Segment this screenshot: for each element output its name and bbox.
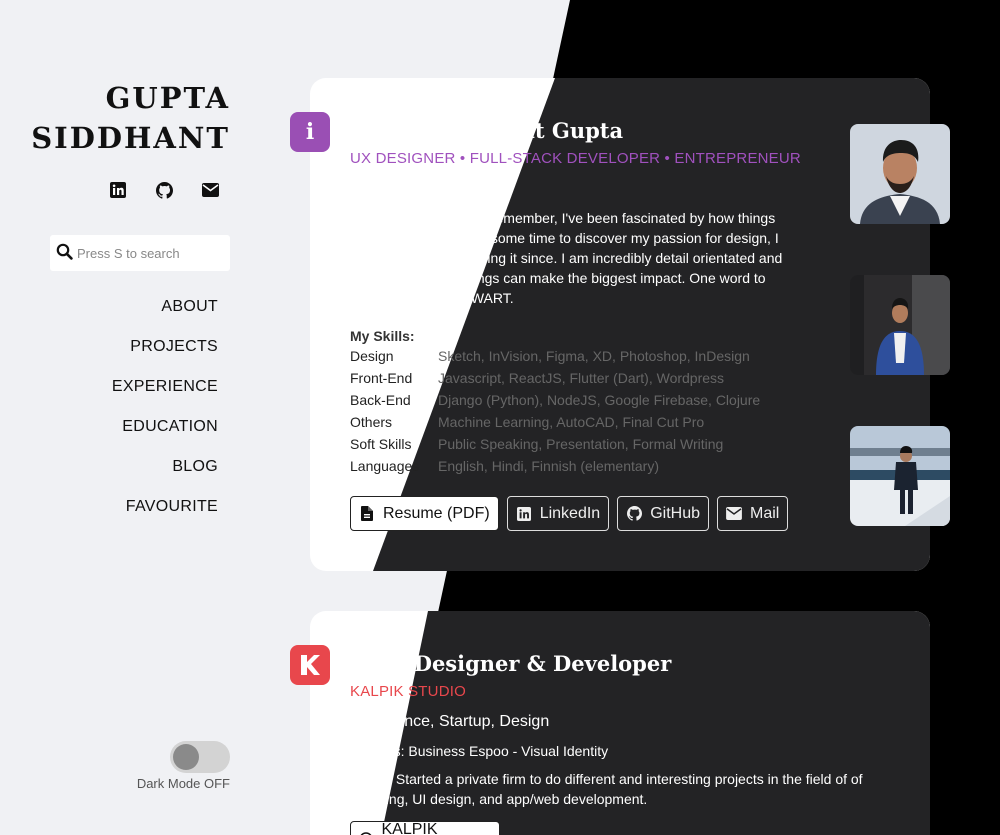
search-box[interactable]: Press S to search (50, 235, 230, 271)
nav-item-education[interactable]: EDUCATION (112, 416, 218, 456)
skill-category: Front-End (350, 370, 413, 386)
experience-role: ROLE: Started a private firm to do diffe… (350, 771, 863, 807)
github-button[interactable]: GitHub (617, 496, 709, 531)
dark-mode-label: Dark Mode OFF (136, 776, 230, 791)
brand-name[interactable]: GUPTA SIDDHANT (31, 78, 230, 158)
search-icon (56, 243, 73, 264)
linkedin-button[interactable]: LinkedIn (506, 496, 610, 531)
dark-mode-toggle[interactable] (170, 741, 230, 773)
skill-row: Others Machine Learning, AutoCAD, Final … (350, 414, 810, 436)
profile-photo-suit (850, 275, 950, 375)
skill-row: Soft Skills Public Speaking, Presentatio… (350, 436, 810, 458)
skill-row: Front-End Javascript, ReactJS, Flutter (… (350, 370, 810, 392)
skill-category: Design (350, 348, 394, 364)
experience-company: KALPIK STUDIO (350, 683, 466, 700)
skill-value: Public Speaking, Presentation, Formal Wr… (438, 436, 724, 452)
info-badge-icon: i (290, 112, 330, 152)
brand-line-1: GUPTA (105, 81, 230, 115)
mail-icon (726, 506, 742, 522)
mail-button-label: Mail (749, 504, 780, 522)
mail-icon[interactable] (200, 180, 220, 200)
skill-category: Languages (350, 458, 420, 474)
about-button-row: Resume (PDF) LinkedIn GitHub Mail (350, 496, 789, 531)
skill-row: Back-End Django (Python), NodeJS, Google… (350, 392, 810, 414)
nav-item-blog[interactable]: BLOG (112, 456, 218, 496)
search-placeholder: Press S to search (77, 245, 180, 261)
github-button-label: GitHub (650, 504, 700, 522)
about-subtitle: UX DESIGNER • FULL-STACK DEVELOPER • ENT… (350, 150, 801, 167)
experience-content: Lead Designer & Developer KALPIK STUDIO … (350, 651, 910, 835)
skills-table: Design Sketch, InVision, Figma, XD, Phot… (350, 348, 810, 480)
skill-category: Soft Skills (350, 436, 412, 452)
resume-button[interactable]: Resume (PDF) (350, 496, 499, 531)
skill-value: Javascript, ReactJS, Flutter (Dart), Wor… (438, 370, 725, 386)
file-pdf-icon (359, 506, 375, 522)
brand-line-2: SIDDHANT (31, 121, 230, 155)
skills-heading: My Skills: (350, 328, 415, 344)
nav-item-projects[interactable]: PROJECTS (112, 336, 218, 376)
toggle-knob (173, 744, 199, 770)
linkedin-icon (516, 506, 532, 522)
sidebar: GUPTA SIDDHANT Press S to search ABOUT P… (0, 0, 250, 835)
skill-value: Django (Python), NodeJS, Google Firebase… (438, 392, 761, 408)
mail-button[interactable]: Mail (716, 496, 789, 531)
skill-row: Languages English, Hindi, Finnish (eleme… (350, 458, 810, 480)
skill-category: Back-End (350, 392, 411, 408)
linkedin-icon[interactable] (108, 180, 128, 200)
about-content: Hi, I'm Siddhant Gupta UX DESIGNER • FUL… (350, 118, 810, 480)
skill-value: Sketch, InVision, Figma, XD, Photoshop, … (438, 348, 750, 364)
about-section-heading: About (350, 180, 392, 197)
skill-category: Others (350, 414, 393, 430)
skill-value: English, Hindi, Finnish (elementary) (438, 458, 659, 474)
skill-row: Design Sketch, InVision, Figma, XD, Phot… (350, 348, 810, 370)
linkedin-button-label: LinkedIn (539, 504, 601, 522)
globe-icon (359, 831, 373, 835)
skill-value: Machine Learning, AutoCAD, Final Cut Pro (438, 414, 705, 430)
kalpik-logo-icon (290, 645, 330, 685)
experience-projects: Projects: Business Espoo - Visual Identi… (350, 743, 609, 759)
github-icon[interactable] (154, 180, 174, 200)
github-icon (626, 506, 642, 522)
social-links (108, 180, 220, 200)
nav-item-favourite[interactable]: FAVOURITE (112, 496, 218, 536)
nav-item-about[interactable]: ABOUT (112, 296, 218, 336)
nav-item-experience[interactable]: EXPERIENCE (112, 376, 218, 416)
main-nav: ABOUT PROJECTS EXPERIENCE EDUCATION BLOG… (112, 296, 218, 536)
kalpik-studio-button-label: KALPIK STUDIO (381, 820, 438, 835)
resume-button-label: Resume (PDF) (383, 504, 490, 522)
profile-photo-portrait (850, 124, 950, 224)
about-bio: Ever since I could first remember, I've … (350, 210, 783, 306)
profile-photo-winter (850, 426, 950, 526)
kalpik-studio-button[interactable]: KALPIK STUDIO (350, 821, 500, 835)
about-title: Hi, I'm Siddhant Gupta (350, 118, 624, 143)
experience-tags: Experience, Startup, Design (350, 713, 550, 730)
experience-title: Lead Designer & Developer (350, 651, 672, 676)
